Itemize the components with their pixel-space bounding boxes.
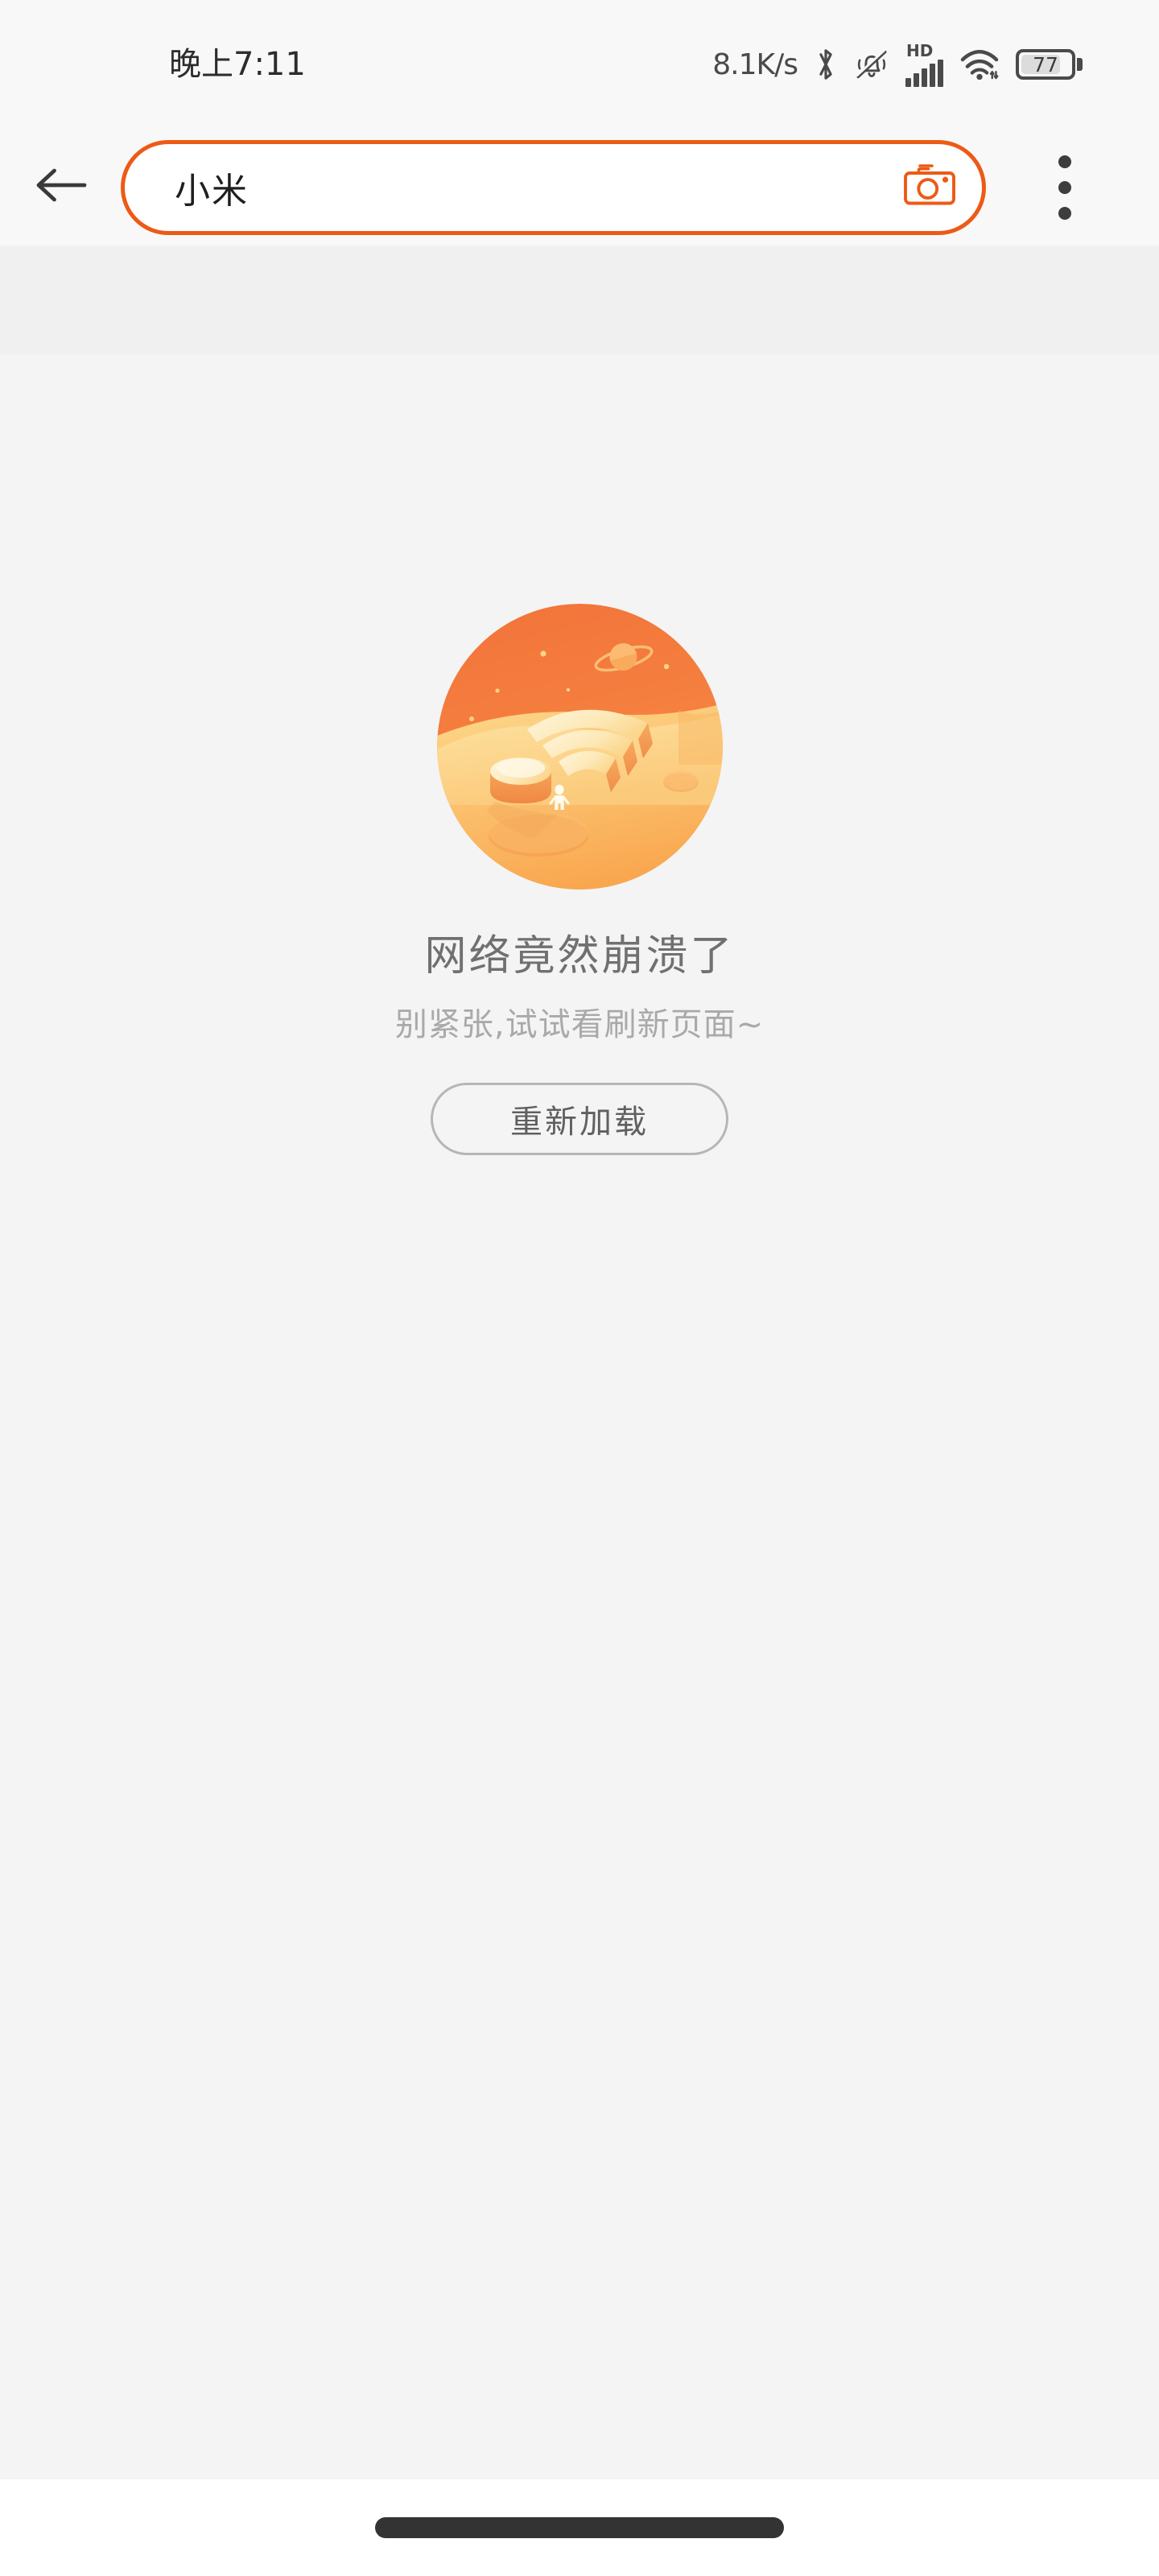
battery-icon: 77 <box>1016 49 1083 80</box>
status-bar-left: 晚上7:11 <box>0 48 306 80</box>
network-error-planet-wifi-illustration <box>437 604 723 890</box>
system-navigation-bar <box>0 2479 1159 2576</box>
back-button[interactable] <box>0 129 121 246</box>
menu-dot <box>1058 207 1071 220</box>
phone-screen: 晚上7:11 8.1K/s HD <box>0 0 1159 2576</box>
camera-search-button[interactable] <box>877 140 982 235</box>
search-bar[interactable]: 小米 <box>121 140 986 235</box>
hd-signal-icon: HD <box>905 43 943 87</box>
status-bar-right: 8.1K/s HD <box>712 43 1111 87</box>
overflow-menu-button[interactable] <box>986 129 1159 246</box>
reload-button[interactable]: 重新加载 <box>431 1083 728 1155</box>
wifi-icon <box>959 47 1000 81</box>
silent-mode-icon <box>854 48 889 80</box>
overflow-menu-icon <box>1058 155 1071 220</box>
toolbar-spacer-band <box>0 246 1159 354</box>
battery-body: 77 <box>1016 49 1075 80</box>
home-gesture-indicator[interactable] <box>375 2517 784 2538</box>
signal-bars <box>905 60 943 87</box>
back-arrow-icon <box>31 161 89 213</box>
menu-dot <box>1058 181 1071 194</box>
network-error-illustration <box>437 604 723 890</box>
browser-toolbar: 小米 <box>0 129 1159 246</box>
search-input[interactable]: 小米 <box>175 162 877 213</box>
bluetooth-icon <box>814 47 838 82</box>
error-title: 网络竟然崩溃了 <box>424 931 734 981</box>
status-bar: 晚上7:11 8.1K/s HD <box>0 0 1159 129</box>
hd-label: HD <box>906 43 933 59</box>
error-page-content: 网络竟然崩溃了 别紧张,试试看刷新页面~ 重新加载 <box>0 354 1159 2479</box>
network-speed-label: 8.1K/s <box>712 48 798 81</box>
battery-level-label: 77 <box>1033 55 1058 75</box>
error-subtitle: 别紧张,试试看刷新页面~ <box>395 1005 764 1044</box>
menu-dot <box>1058 155 1071 168</box>
status-time: 晚上7:11 <box>169 48 306 80</box>
camera-icon <box>901 161 959 213</box>
battery-cap <box>1077 58 1083 71</box>
